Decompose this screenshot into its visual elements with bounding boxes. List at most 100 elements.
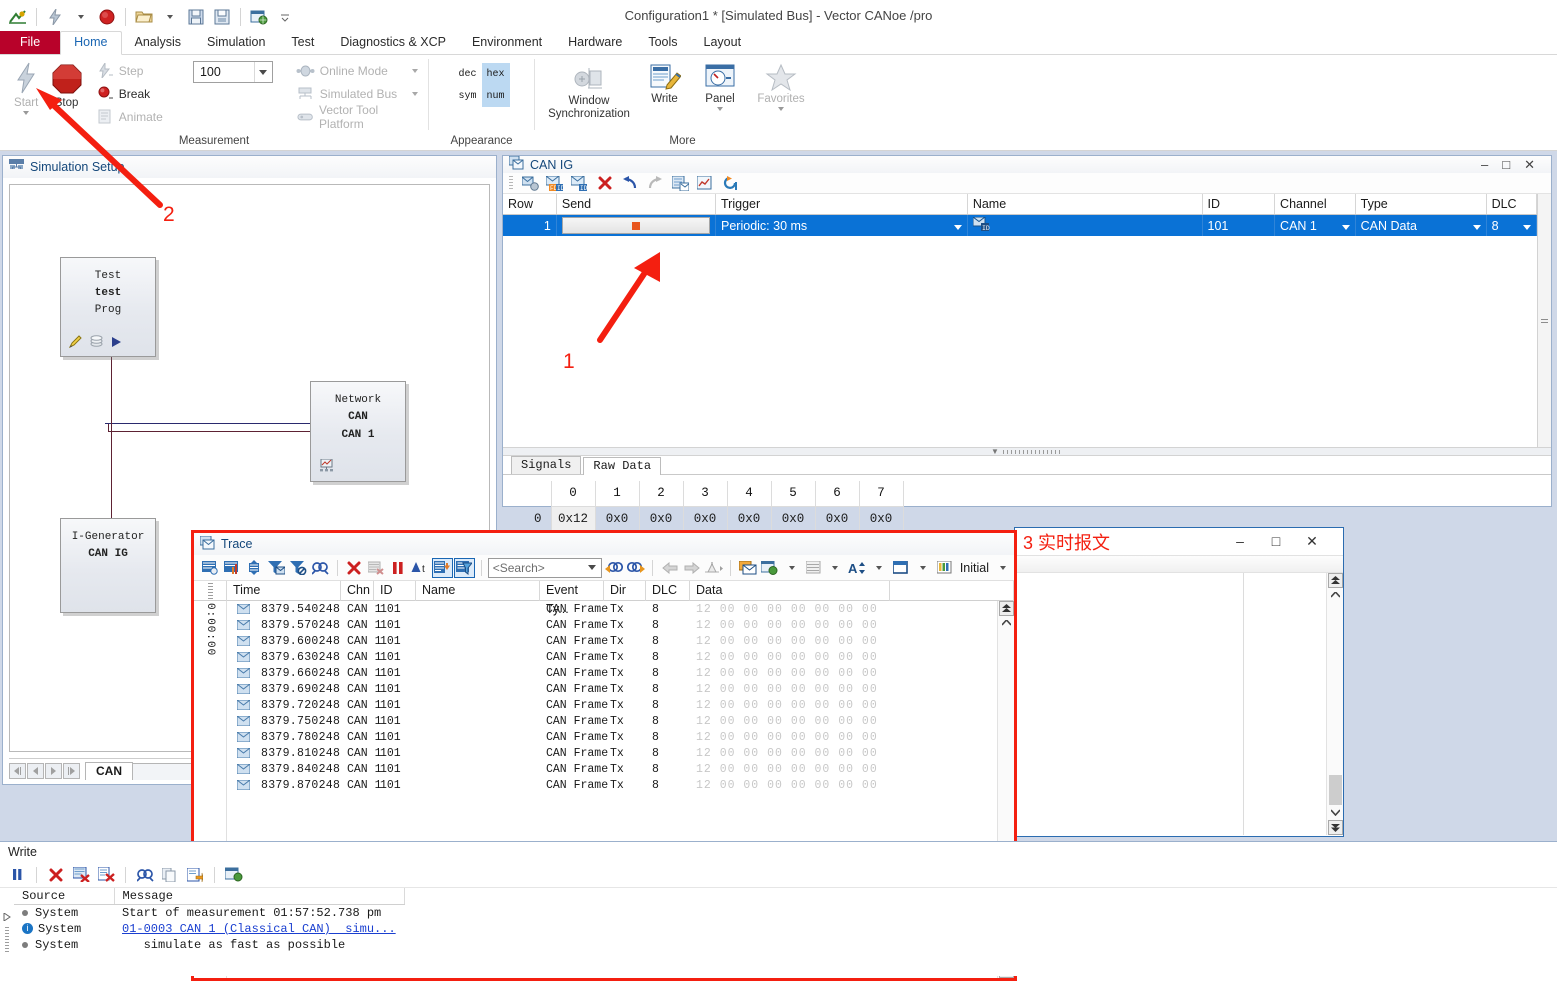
column-header-name[interactable]: Name <box>967 194 1203 215</box>
next-sheet-button[interactable] <box>45 763 62 779</box>
raw-data-cell-6[interactable]: 0x0 <box>814 505 860 532</box>
can-ig-splitter[interactable]: ▼ <box>503 447 1551 456</box>
column-header-dlc[interactable]: DLC <box>1486 194 1538 215</box>
panel-button[interactable]: Panel <box>692 61 748 111</box>
raw-data-cell-0[interactable]: 0x12 <box>550 505 596 532</box>
can-ig-maximize-button[interactable]: □ <box>1502 157 1510 173</box>
colors-icon[interactable] <box>935 558 956 578</box>
measurement-speed-chevron-down-icon[interactable] <box>253 62 272 82</box>
toolbar-grip[interactable] <box>509 176 513 190</box>
new-canfd-message-icon[interactable]: FD ID <box>544 173 566 193</box>
cell-send[interactable] <box>556 214 717 236</box>
last-sheet-button[interactable] <box>63 763 80 779</box>
write-message-table[interactable]: Source Message System Start of measuremen… <box>14 888 405 953</box>
write-row[interactable]: i System 01-0003 CAN 1 (Classical CAN) sim… <box>14 921 404 937</box>
cell-type[interactable]: CAN Data <box>1355 214 1487 236</box>
find-icon[interactable] <box>134 865 156 885</box>
font-caret-icon[interactable] <box>869 558 890 578</box>
can-ig-vertical-scrollbar[interactable] <box>1537 194 1551 447</box>
break-button[interactable]: Break <box>97 82 181 105</box>
column-header-trigger[interactable]: Trigger <box>715 194 968 215</box>
pause-icon[interactable] <box>6 865 28 885</box>
bus-statistics-icon[interactable] <box>319 458 334 477</box>
stop-button[interactable]: Stop <box>46 59 86 109</box>
column-header-row[interactable]: Row <box>503 194 557 215</box>
table-row[interactable]: 1 Periodic: 30 ms ID 101 CAN 1 CAN Data … <box>503 214 1538 236</box>
column-header-source[interactable]: Source <box>14 888 115 905</box>
quick-start-dropdown-caret-icon[interactable] <box>69 5 93 29</box>
statistics-icon[interactable] <box>222 558 243 578</box>
search-prev-icon[interactable] <box>603 558 624 578</box>
can-ig-toolbar[interactable]: FD ID ID <box>503 173 1551 194</box>
options-icon[interactable] <box>247 5 271 29</box>
customize-toolbar-caret-icon[interactable] <box>273 5 297 29</box>
trace-row[interactable]: 8379.720248 CAN 1 101 CAN Frame Tx 8 12 00 00 … <box>227 697 997 713</box>
copy-to-icon[interactable] <box>737 558 758 578</box>
ribbon-tab-home[interactable]: Home <box>60 31 122 55</box>
ribbon-tab-diagnostics-xcp[interactable]: Diagnostics & XCP <box>327 32 459 54</box>
trace-row[interactable]: 8379.600248 CAN 1 101 CAN Frame Tx 8 12 00 00 … <box>227 633 997 649</box>
trace-row[interactable]: 8379.810248 CAN 1 101 CAN Frame Tx 8 12 00 00 … <box>227 745 997 761</box>
trace-row[interactable]: 8379.840248 CAN 1 101 CAN Frame Tx 8 12 00 00 … <box>227 761 997 777</box>
sheet-tab-can[interactable]: CAN <box>85 762 133 780</box>
column-header-channel[interactable]: Channel <box>1274 194 1356 215</box>
save-list-icon[interactable] <box>669 173 691 193</box>
write-toolbar[interactable] <box>0 862 1557 888</box>
trace-scroll-top-button[interactable] <box>998 601 1014 616</box>
ribbon-tab-file[interactable]: File <box>0 31 61 54</box>
trace-row[interactable]: 8379.630248 CAN 1 101 CAN Frame Tx 8 12 00 00 … <box>227 649 997 665</box>
marker-icon[interactable] <box>703 558 724 578</box>
raw-data-cell-4[interactable]: 0x0 <box>726 505 772 532</box>
columns-icon[interactable] <box>891 558 912 578</box>
channel-chevron-down-icon[interactable] <box>1341 224 1350 230</box>
back-icon[interactable] <box>659 558 680 578</box>
export-icon[interactable] <box>759 558 780 578</box>
write-row[interactable]: System Start of measurement 01:57:52.738 … <box>14 905 404 922</box>
column-header-chn[interactable]: Chn <box>341 580 374 601</box>
favorites-split-caret-icon[interactable] <box>778 107 784 111</box>
background-window-vertical-scrollbar[interactable] <box>1326 573 1343 835</box>
relative-time-icon[interactable]: t <box>410 558 431 578</box>
search-next-icon[interactable] <box>625 558 646 578</box>
column-header-type[interactable]: Type <box>1355 194 1487 215</box>
canoe-logo-icon[interactable] <box>6 5 30 29</box>
pause-icon[interactable] <box>388 558 409 578</box>
online-mode-button[interactable]: Online Mode <box>296 59 422 82</box>
scroll-top-button[interactable] <box>1327 573 1343 588</box>
trace-row[interactable]: 8379.660248 CAN 1 101 CAN Frame Tx 8 12 00 00 … <box>227 665 997 681</box>
type-chevron-down-icon[interactable] <box>1472 224 1481 230</box>
filter-messages-icon[interactable] <box>266 558 287 578</box>
favorites-button[interactable]: Favorites <box>748 61 814 111</box>
ribbon-tab-tools[interactable]: Tools <box>635 32 690 54</box>
cell-id[interactable]: 101 <box>1202 214 1276 236</box>
column-header-dlc[interactable]: DLC <box>646 580 690 601</box>
can-ig-message-table[interactable]: Row Send Trigger Name ID Channel Type DL… <box>503 194 1538 236</box>
export-icon[interactable] <box>184 865 206 885</box>
save-as-icon[interactable] <box>210 5 234 29</box>
trace-row[interactable]: 8379.540248 CAN 1 101 CAN Frame Tx 8 12 00 00 … <box>227 601 997 617</box>
ribbon-tab-bar[interactable]: File Home Analysis Simulation Test Diagn… <box>0 31 1557 55</box>
trace-scroll-up-button[interactable] <box>999 616 1014 631</box>
ribbon-tab-simulation[interactable]: Simulation <box>194 32 278 54</box>
toggle-hex[interactable]: hex <box>481 63 510 85</box>
search-chevron-down-icon[interactable] <box>583 565 601 570</box>
filter-active-icon[interactable] <box>453 557 475 578</box>
trace-row[interactable]: 8379.690248 CAN 1 101 CAN Frame Tx 8 12 00 00 … <box>227 681 997 697</box>
cell-channel[interactable]: CAN 1 <box>1274 214 1356 236</box>
layout-caret-icon[interactable] <box>825 558 846 578</box>
ribbon-tab-test[interactable]: Test <box>278 32 327 54</box>
scroll-lock-icon[interactable] <box>431 557 453 578</box>
tab-signals[interactable]: Signals <box>511 456 582 474</box>
open-dropdown-caret-icon[interactable] <box>158 5 182 29</box>
clear-all-icon[interactable] <box>70 865 92 885</box>
clear-selected-icon[interactable] <box>366 558 387 578</box>
scroll-bottom-button[interactable] <box>1327 820 1343 835</box>
window-synchronization-button[interactable]: Window Synchronization <box>541 61 637 121</box>
layout-preset-label[interactable]: Initial <box>960 561 989 575</box>
layout-preset-caret-icon[interactable] <box>993 558 1014 578</box>
clear-icon[interactable] <box>344 558 365 578</box>
scroll-up-button[interactable] <box>1328 588 1343 603</box>
redo-icon[interactable] <box>644 173 666 193</box>
raw-data-cell-1[interactable]: 0x0 <box>594 505 640 532</box>
toggle-dec[interactable]: dec <box>454 63 482 85</box>
